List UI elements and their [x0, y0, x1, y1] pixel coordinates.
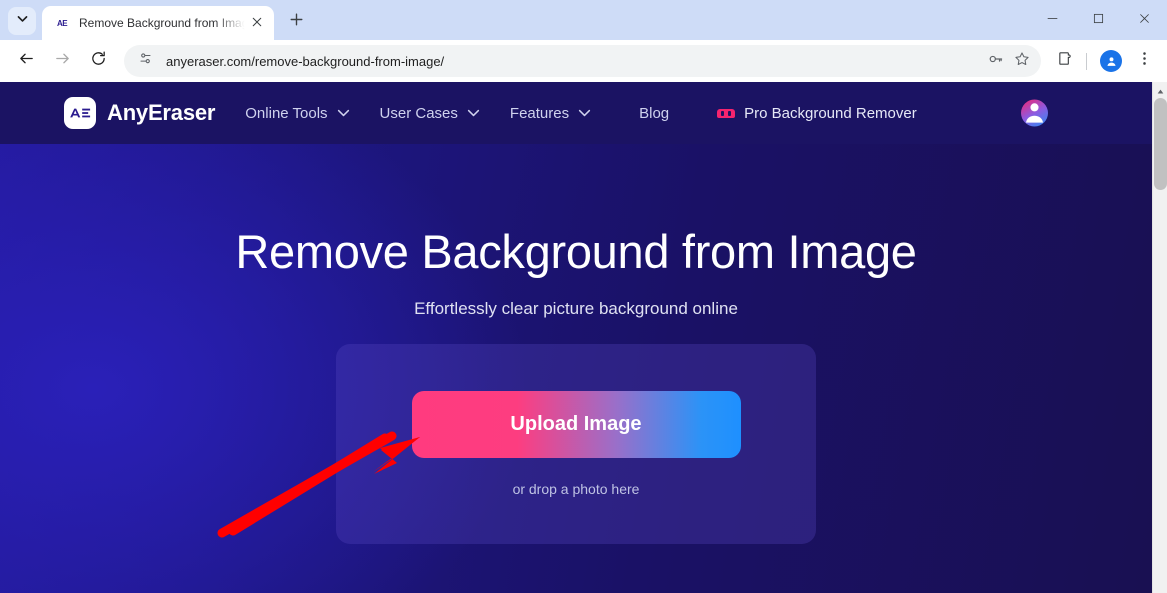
- minimize-button[interactable]: [1029, 0, 1075, 40]
- nav-label: User Cases: [379, 104, 458, 122]
- hero-section: Remove Background from Image Effortlessl…: [0, 144, 1152, 544]
- close-icon: [1139, 11, 1150, 29]
- star-icon: [1014, 51, 1030, 72]
- page-title: Remove Background from Image: [235, 225, 917, 278]
- tab-search-button[interactable]: [8, 7, 36, 35]
- maximize-icon: [1093, 11, 1104, 29]
- browser-tab[interactable]: AE Remove Background from Imag: [42, 6, 274, 40]
- tab-strip: AE Remove Background from Imag: [0, 0, 1167, 40]
- nav-label: Online Tools: [245, 104, 328, 122]
- chevron-down-icon: [16, 12, 29, 30]
- extensions-puzzle-icon: [1057, 50, 1074, 72]
- upload-dropzone[interactable]: Upload Image or drop a photo here: [336, 344, 816, 544]
- upload-image-button[interactable]: Upload Image: [411, 391, 741, 458]
- drop-hint-text: or drop a photo here: [512, 481, 640, 497]
- scrollbar-thumb[interactable]: [1154, 98, 1167, 190]
- close-icon: [252, 14, 262, 32]
- minimize-icon: [1047, 11, 1058, 29]
- bookmark-button[interactable]: [1009, 48, 1035, 74]
- tab-title: Remove Background from Imag: [79, 16, 248, 30]
- pro-link-label: Pro Background Remover: [744, 104, 917, 122]
- maximize-button[interactable]: [1075, 0, 1121, 40]
- nav-item-user-cases[interactable]: User Cases: [380, 105, 480, 122]
- toolbar-divider: [1086, 52, 1087, 70]
- site-header: AnyEraser Online Tools User Cases Featur…: [0, 82, 1152, 144]
- user-avatar-icon: [1021, 100, 1048, 127]
- plus-icon: [290, 13, 303, 31]
- profile-button[interactable]: [1096, 46, 1126, 76]
- extensions-button[interactable]: [1050, 46, 1080, 76]
- scroll-up-arrow-icon: [1157, 81, 1164, 99]
- url-text[interactable]: anyeraser.com/remove-background-from-ima…: [166, 54, 983, 69]
- nav-label: Blog: [639, 104, 670, 122]
- chevron-down-icon: [467, 109, 480, 117]
- scroll-up-button[interactable]: [1153, 82, 1167, 97]
- tab-close-button[interactable]: [248, 14, 266, 32]
- reload-button[interactable]: [82, 45, 114, 77]
- user-avatar[interactable]: [1021, 99, 1048, 127]
- nav-item-online-tools[interactable]: Online Tools: [245, 105, 349, 122]
- forward-arrow-icon: [54, 50, 71, 72]
- nav-item-pro-background-remover[interactable]: Pro Background Remover: [717, 105, 917, 122]
- forward-button[interactable]: [46, 45, 78, 77]
- page-subtitle: Effortlessly clear picture background on…: [414, 299, 738, 318]
- browser-window: AE Remove Background from Imag anyeraser…: [0, 0, 1167, 593]
- page-scrollbar[interactable]: [1152, 82, 1167, 593]
- site-settings-icon: [138, 51, 153, 71]
- nav-label: Features: [509, 104, 570, 122]
- pro-crown-badge-icon: [717, 108, 736, 118]
- chevron-down-icon: [337, 109, 350, 117]
- window-controls: [1029, 0, 1167, 40]
- tab-favicon: AE: [56, 18, 68, 28]
- reload-icon: [90, 50, 107, 72]
- anyeraser-page: AnyEraser Online Tools User Cases Featur…: [0, 82, 1152, 593]
- close-window-button[interactable]: [1121, 0, 1167, 40]
- back-button[interactable]: [10, 45, 42, 77]
- brand-name: AnyEraser: [107, 100, 216, 125]
- site-settings-button[interactable]: [134, 50, 156, 72]
- password-manager-button[interactable]: [983, 48, 1009, 74]
- site-nav: Online Tools User Cases Features Blog Pr…: [245, 105, 916, 122]
- three-dot-menu-icon: [1136, 50, 1153, 72]
- browser-menu-button[interactable]: [1129, 46, 1159, 76]
- key-icon: [988, 51, 1004, 72]
- address-bar[interactable]: anyeraser.com/remove-background-from-ima…: [124, 45, 1041, 77]
- back-arrow-icon: [18, 50, 35, 72]
- nav-item-features[interactable]: Features: [510, 105, 591, 122]
- browser-toolbar: anyeraser.com/remove-background-from-ima…: [0, 40, 1167, 82]
- new-tab-button[interactable]: [282, 8, 310, 36]
- brand-logo[interactable]: AnyEraser: [64, 97, 215, 129]
- chevron-down-icon: [578, 109, 591, 117]
- page-viewport: AnyEraser Online Tools User Cases Featur…: [0, 82, 1167, 593]
- anyeraser-logo-icon: [64, 97, 96, 129]
- nav-item-blog[interactable]: Blog: [639, 105, 669, 122]
- profile-avatar-icon: [1100, 50, 1122, 72]
